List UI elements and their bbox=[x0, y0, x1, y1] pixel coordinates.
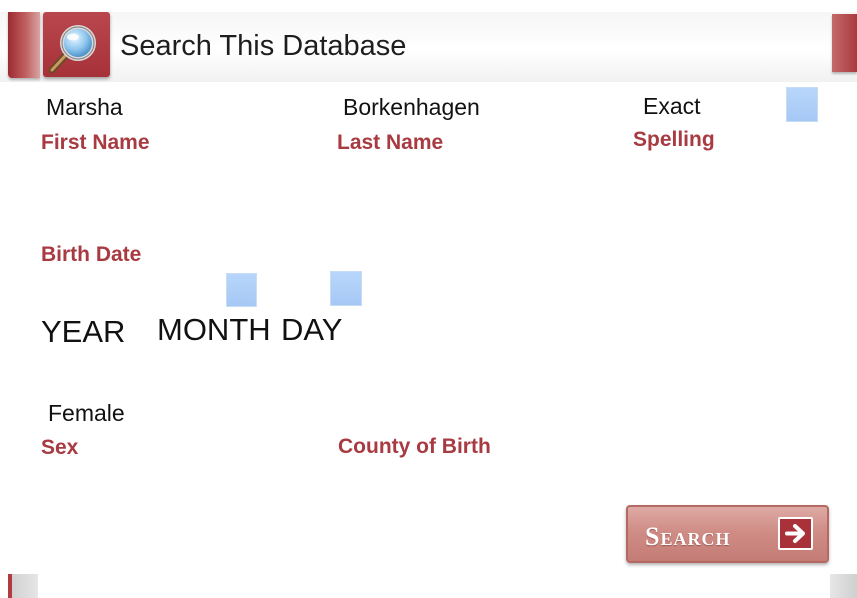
day-checkbox[interactable] bbox=[330, 271, 362, 306]
county-of-birth-label: County of Birth bbox=[338, 435, 491, 458]
last-name-value[interactable]: Borkenhagen bbox=[343, 94, 480, 121]
footer-left-corner bbox=[10, 574, 38, 598]
search-badge bbox=[43, 12, 110, 77]
page-title: Search This Database bbox=[120, 30, 407, 62]
last-name-label: Last Name bbox=[337, 131, 444, 154]
sex-label: Sex bbox=[41, 436, 79, 459]
footer-right-corner bbox=[830, 574, 857, 598]
spelling-label: Spelling bbox=[633, 128, 715, 151]
arrow-right-icon bbox=[778, 517, 813, 550]
first-name-label: First Name bbox=[41, 131, 150, 154]
exact-spelling-checkbox[interactable] bbox=[786, 87, 818, 122]
year-field[interactable]: YEAR bbox=[41, 314, 125, 350]
footer-left-accent bbox=[8, 574, 12, 598]
sex-value[interactable]: Female bbox=[48, 400, 125, 427]
magnifier-icon bbox=[48, 25, 96, 74]
month-checkbox[interactable] bbox=[226, 273, 257, 307]
search-button-label: Search bbox=[645, 522, 731, 551]
header-left-cap bbox=[8, 12, 40, 78]
first-name-value[interactable]: Marsha bbox=[46, 94, 123, 121]
day-field[interactable]: DAY bbox=[281, 312, 342, 348]
month-field[interactable]: MONTH bbox=[157, 312, 271, 348]
exact-text: Exact bbox=[643, 93, 701, 119]
search-button[interactable]: Search bbox=[626, 505, 829, 563]
birth-date-label: Birth Date bbox=[41, 243, 142, 266]
header-right-cap bbox=[832, 14, 857, 72]
